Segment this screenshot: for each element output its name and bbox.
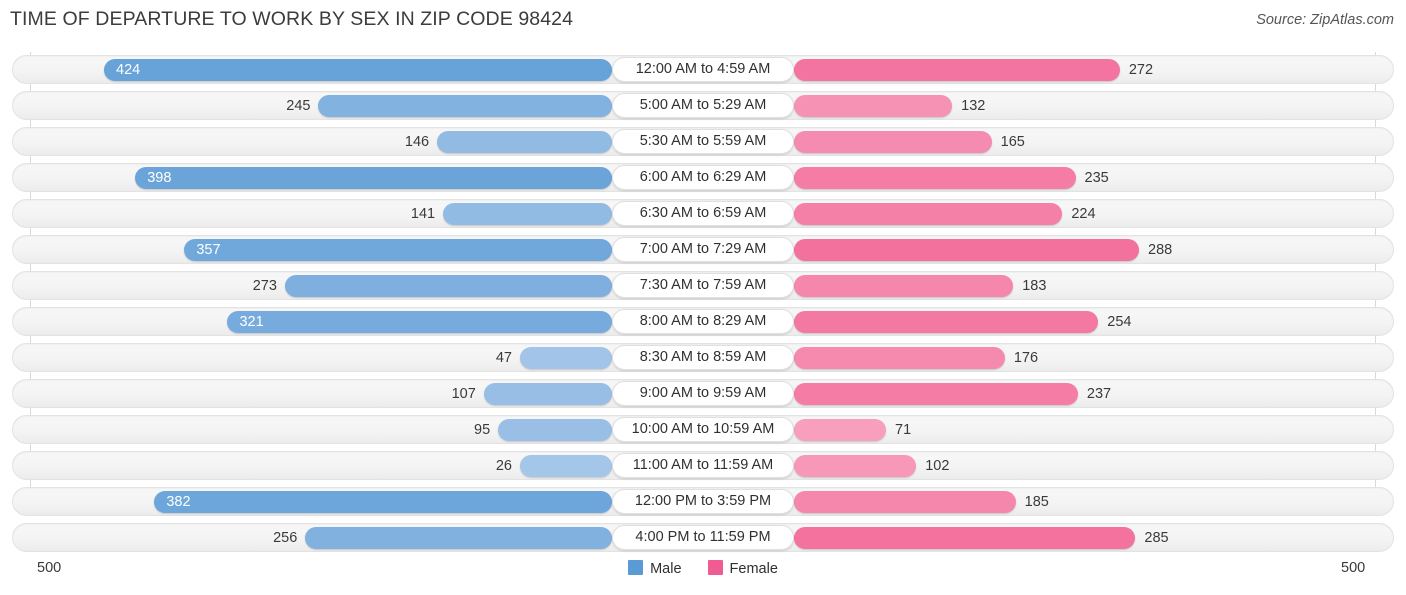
bar-female[interactable] — [794, 239, 1140, 261]
chart-row: 95 10:00 AM to 10:59 AM 71 — [0, 412, 1406, 448]
bar-male[interactable] — [227, 311, 612, 333]
chart-row: 256 4:00 PM to 11:59 PM 285 — [0, 520, 1406, 556]
chart-row: 357 7:00 AM to 7:29 AM 288 — [0, 232, 1406, 268]
bar-male[interactable] — [135, 167, 612, 189]
bar-male[interactable] — [305, 527, 612, 549]
bar-value-male: 321 — [239, 314, 264, 330]
chart-row: 424 12:00 AM to 4:59 AM 272 — [0, 52, 1406, 88]
category-label: 7:00 AM to 7:29 AM — [612, 237, 794, 262]
bar-value-female: 71 — [895, 422, 912, 438]
category-label: 7:30 AM to 7:59 AM — [612, 273, 794, 298]
legend-swatch-icon — [707, 560, 723, 575]
bar-value-female: 102 — [925, 458, 950, 474]
chart-legend: Male Female — [0, 560, 1406, 577]
source-attribution: Source: ZipAtlas.com — [1256, 12, 1394, 28]
bar-value-male: 398 — [147, 170, 172, 186]
category-label: 10:00 AM to 10:59 AM — [612, 417, 794, 442]
bar-female[interactable] — [794, 59, 1120, 81]
chart-row: 273 7:30 AM to 7:59 AM 183 — [0, 268, 1406, 304]
bar-female[interactable] — [794, 419, 886, 441]
bar-value-female: 285 — [1144, 530, 1169, 546]
bar-value-female: 288 — [1148, 242, 1173, 258]
chart-header: TIME OF DEPARTURE TO WORK BY SEX IN ZIP … — [0, 0, 1406, 40]
category-label: 8:30 AM to 8:59 AM — [612, 345, 794, 370]
bar-value-female: 185 — [1024, 494, 1049, 510]
bar-male[interactable] — [184, 239, 612, 261]
bar-male[interactable] — [318, 95, 612, 117]
bar-female[interactable] — [794, 491, 1016, 513]
bar-value-male: 256 — [273, 530, 298, 546]
category-label: 12:00 AM to 4:59 AM — [612, 57, 794, 82]
category-label: 8:00 AM to 8:29 AM — [612, 309, 794, 334]
bar-value-female: 165 — [1000, 134, 1025, 150]
chart-row: 245 5:00 AM to 5:29 AM 132 — [0, 88, 1406, 124]
bar-female[interactable] — [794, 455, 917, 477]
bar-value-male: 273 — [252, 278, 277, 294]
bar-male[interactable] — [483, 383, 612, 405]
bar-value-male: 95 — [474, 422, 491, 438]
bar-male[interactable] — [104, 59, 612, 81]
bar-value-male: 146 — [404, 134, 430, 150]
chart-plot-area: 424 12:00 AM to 4:59 AM 272 245 5:00 AM to 5… — [0, 52, 1406, 555]
legend-item[interactable]: Female — [707, 560, 778, 577]
category-label: 11:00 AM to 11:59 AM — [612, 453, 794, 478]
bar-value-female: 254 — [1107, 314, 1132, 330]
bar-value-male: 26 — [495, 458, 512, 474]
bar-female[interactable] — [794, 527, 1136, 549]
bar-value-male: 382 — [166, 494, 191, 510]
chart-row: 141 6:30 AM to 6:59 AM 224 — [0, 196, 1406, 232]
bar-value-male: 107 — [451, 386, 476, 402]
chart-footer: 500 500 Male Female — [0, 556, 1406, 595]
bar-male[interactable] — [520, 455, 612, 477]
bar-male[interactable] — [443, 203, 612, 225]
chart-row: 26 11:00 AM to 11:59 AM 102 — [0, 448, 1406, 484]
bar-value-male: 141 — [410, 206, 436, 222]
legend-label: Male — [650, 561, 682, 577]
bar-value-female: 235 — [1084, 170, 1109, 186]
bar-male[interactable] — [498, 419, 612, 441]
bar-value-male: 47 — [495, 350, 512, 366]
bar-value-male: 424 — [116, 62, 141, 78]
bar-value-female: 272 — [1128, 62, 1154, 78]
page-title: TIME OF DEPARTURE TO WORK BY SEX IN ZIP … — [10, 8, 574, 30]
chart-rows: 424 12:00 AM to 4:59 AM 272 245 5:00 AM to 5… — [0, 52, 1406, 556]
bar-value-female: 224 — [1071, 206, 1096, 222]
bar-female[interactable] — [794, 383, 1078, 405]
bar-value-female: 176 — [1013, 350, 1039, 366]
bar-female[interactable] — [794, 203, 1063, 225]
chart-row: 47 8:30 AM to 8:59 AM 176 — [0, 340, 1406, 376]
bar-value-male: 245 — [286, 98, 311, 114]
category-label: 9:00 AM to 9:59 AM — [612, 381, 794, 406]
bar-female[interactable] — [794, 311, 1099, 333]
category-label: 5:30 AM to 5:59 AM — [612, 129, 794, 154]
chart-row: 107 9:00 AM to 9:59 AM 237 — [0, 376, 1406, 412]
chart-row: 146 5:30 AM to 5:59 AM 165 — [0, 124, 1406, 160]
category-label: 4:00 PM to 11:59 PM — [612, 525, 794, 550]
legend-item[interactable]: Male — [628, 560, 682, 577]
bar-value-female: 132 — [961, 98, 986, 114]
chart-row: 321 8:00 AM to 8:29 AM 254 — [0, 304, 1406, 340]
bar-male[interactable] — [520, 347, 612, 369]
bar-male[interactable] — [154, 491, 612, 513]
chart-row: 382 12:00 PM to 3:59 PM 185 — [0, 484, 1406, 520]
chart-row: 398 6:00 AM to 6:29 AM 235 — [0, 160, 1406, 196]
bar-male[interactable] — [437, 131, 612, 153]
category-label: 12:00 PM to 3:59 PM — [612, 489, 794, 514]
bar-female[interactable] — [794, 347, 1005, 369]
bar-male[interactable] — [284, 275, 612, 297]
category-label: 6:00 AM to 6:29 AM — [612, 165, 794, 190]
bar-value-female: 183 — [1022, 278, 1047, 294]
bar-female[interactable] — [794, 167, 1076, 189]
legend-swatch-icon — [628, 560, 644, 575]
bar-female[interactable] — [794, 95, 953, 117]
category-label: 5:00 AM to 5:29 AM — [612, 93, 794, 118]
bar-female[interactable] — [794, 275, 1014, 297]
bar-value-female: 237 — [1086, 386, 1112, 402]
bar-value-male: 357 — [196, 242, 221, 258]
bar-female[interactable] — [794, 131, 992, 153]
legend-label: Female — [729, 561, 778, 577]
category-label: 6:30 AM to 6:59 AM — [612, 201, 794, 226]
